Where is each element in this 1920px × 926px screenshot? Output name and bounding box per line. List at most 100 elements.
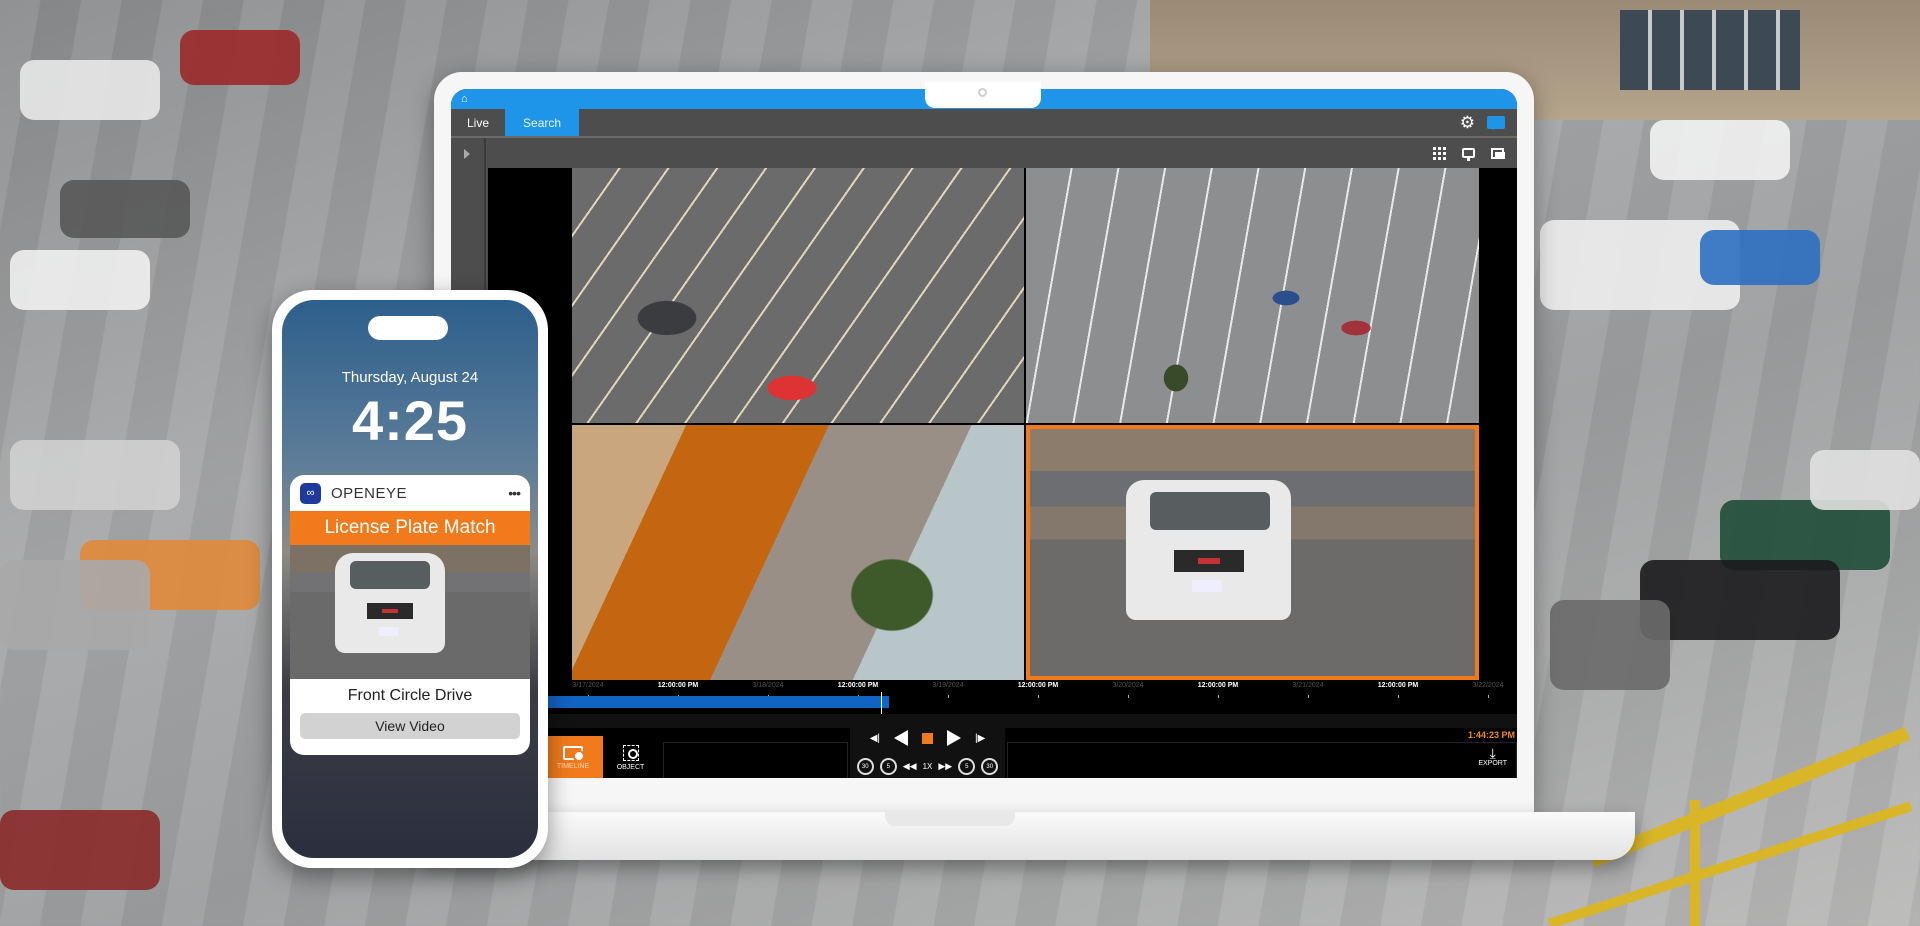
background-car (0, 560, 150, 650)
grid-icon[interactable] (1433, 146, 1446, 160)
timeline-tick-mark (1218, 695, 1219, 698)
camera-tile-entrance-parking[interactable] (1026, 168, 1479, 423)
camera-tile-parking-lot[interactable] (572, 168, 1024, 423)
background-car (1550, 600, 1670, 690)
laptop-opening-notch (885, 812, 1015, 826)
view-tab-object[interactable]: OBJECT (603, 736, 658, 778)
playhead[interactable] (881, 692, 883, 714)
timeline-tick-label: 12:00:00 PM (657, 682, 699, 689)
background-car (10, 250, 150, 310)
notification-camera-location: Front Circle Drive (347, 687, 473, 704)
timeline-tick-label: 12:00:00 PM (1377, 682, 1419, 689)
chevron-right-icon[interactable] (464, 149, 470, 159)
timeline-tick-mark (1488, 695, 1489, 698)
recorded-footage-bar[interactable] (488, 696, 890, 708)
timeline-tick-label: 3/18/2024 (752, 682, 784, 689)
playback-controls: ◀| |▶ 30 5 ◀◀ 1X ▶▶ 5 30 (850, 728, 1005, 778)
main-tabs: Live Search ⚙ (451, 109, 1517, 136)
more-options-icon[interactable]: ••• (508, 485, 521, 501)
laptop-base (410, 812, 1635, 860)
timeline-icon (563, 746, 585, 762)
header-actions: ⚙ (1460, 109, 1517, 136)
skip-forward-30-button[interactable]: 30 (981, 758, 999, 775)
export-label: EXPORT (1478, 760, 1507, 767)
timeline-spacer (488, 714, 1517, 728)
timeline-tick-label: 3/19/2024 (932, 682, 964, 689)
search-workspace: 12:00:00 PM 3/17/2024 12:00:00 PM 3/18/2024… (451, 136, 1517, 778)
notification-title: License Plate Match (290, 511, 530, 545)
storefront-windows (1620, 10, 1800, 90)
view-video-button[interactable]: View Video (300, 713, 520, 739)
openeye-logo-icon: ∞ (300, 482, 321, 504)
step-forward-button[interactable]: |▶ (975, 733, 985, 744)
caution-rail (1589, 726, 1911, 868)
timeline-tick-mark (1128, 695, 1129, 698)
timeline-tick-labels: 12:00:00 PM 3/17/2024 12:00:00 PM 3/18/2024… (478, 682, 1517, 698)
dynamic-island (368, 316, 448, 340)
left-panel (663, 742, 848, 778)
object-search-icon (622, 745, 639, 761)
view-tab-label: OBJECT (616, 764, 645, 771)
skip-back-30-button[interactable]: 30 (856, 758, 874, 775)
lock-screen-date: Thursday, August 24 (341, 369, 479, 386)
tab-search[interactable]: Search (505, 109, 580, 136)
rewind-button[interactable]: ◀◀ (903, 761, 917, 772)
play-reverse-button[interactable] (894, 730, 908, 746)
playback-speed[interactable]: 1X (923, 762, 933, 771)
stop-button[interactable] (922, 732, 933, 744)
monitor-icon[interactable] (1462, 148, 1475, 161)
tab-live[interactable]: Live (451, 109, 505, 136)
timeline[interactable]: 12:00:00 PM 3/17/2024 12:00:00 PM 3/18/2024… (478, 680, 1517, 714)
view-tab-label: TIMELINE (556, 763, 590, 770)
timeline-tick-mark (1038, 695, 1039, 698)
push-notification[interactable]: ∞ OPENEYE ••• License Plate Match Front … (290, 475, 530, 755)
playback-bar: EVENT TIMELINE OBJECT ◀| |▶ (488, 728, 1517, 778)
notification-app-name: OPENEYE (331, 484, 408, 502)
windows-icon[interactable] (1491, 147, 1505, 159)
timeline-tick-label: 12:00:00 PM (1197, 682, 1239, 689)
skip-back-5-button[interactable]: 5 (879, 758, 897, 775)
home-icon[interactable]: ⌂ (461, 93, 473, 105)
gear-icon[interactable]: ⚙ (1460, 114, 1475, 131)
timeline-tick-label: 3/22/2024 (1472, 682, 1504, 689)
timeline-tick-label: 3/21/2024 (1292, 682, 1324, 689)
background-car (10, 440, 180, 510)
timeline-tick-label: 12:00:00 PM (1017, 682, 1059, 689)
background-car (60, 180, 190, 238)
license-plate (1192, 580, 1222, 592)
timeline-tick-mark (1398, 695, 1399, 698)
video-area (488, 168, 1517, 680)
timeline-tick-label: 3/20/2024 (1112, 682, 1144, 689)
background-car (1650, 120, 1790, 180)
camera-tile-front-circle-drive[interactable] (1026, 425, 1479, 680)
camera-tile-lobby[interactable] (572, 425, 1024, 680)
background-car (1700, 230, 1820, 285)
vms-app-window: ⌂ Live Search ⚙ 3/17/2024 12:00:00 PM 3/… (451, 89, 1517, 778)
camera-grid (572, 168, 1479, 680)
fast-forward-button[interactable]: ▶▶ (938, 761, 952, 772)
vehicle-suv (1126, 480, 1291, 620)
play-button[interactable] (947, 730, 961, 746)
notification-snapshot (290, 545, 530, 679)
export-button[interactable]: ⤓ EXPORT (1478, 746, 1507, 767)
view-toolbar (488, 138, 1517, 168)
caution-post (1690, 800, 1700, 926)
vehicle-suv (335, 553, 445, 653)
skip-forward-5-button[interactable]: 5 (958, 758, 976, 775)
timeline-tick-mark (1308, 695, 1309, 698)
download-icon: ⤓ (1489, 745, 1496, 761)
webcam-notch (925, 82, 1041, 108)
background-car (20, 60, 160, 120)
background-car (1640, 560, 1840, 640)
smartphone: Thursday, August 24 4:25 ∞ OPENEYE ••• L… (272, 290, 548, 868)
step-back-button[interactable]: ◀| (870, 733, 880, 744)
webcam-icon (978, 88, 987, 97)
background-car (0, 810, 160, 890)
right-panel (1007, 742, 1517, 778)
chat-icon[interactable] (1487, 116, 1505, 130)
background-car (1810, 450, 1920, 510)
current-time-readout: 1:44:23 PM (1467, 730, 1515, 740)
view-tab-timeline[interactable]: TIMELINE (543, 736, 603, 778)
background-car (180, 30, 300, 85)
timeline-tick-label: 12:00:00 PM (837, 682, 879, 689)
